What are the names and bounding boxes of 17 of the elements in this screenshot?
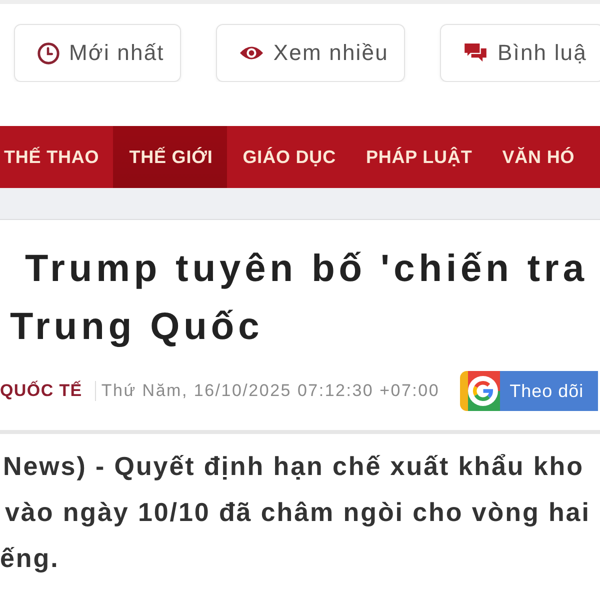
follow-button[interactable]: Theo dõi: [460, 371, 598, 411]
clock-icon: [37, 42, 60, 64]
shortcut-button[interactable]: Mới nhất: [14, 24, 182, 82]
lead-paragraph: News) - Quyết định hạn chế xuất khẩu kho vào ngày 10/10 đã châm ngòi cho vòng hai ếng.: [0, 450, 590, 575]
nav-tab[interactable]: THẾ GIỚI: [113, 126, 227, 188]
nav-tab[interactable]: THẾ THAO: [0, 126, 114, 188]
nav-tab[interactable]: VĂN HÓ: [486, 126, 589, 188]
category-link[interactable]: QUỐC TẾ: [0, 381, 82, 401]
eye-icon: [239, 44, 264, 62]
publish-date: Thứ Năm, 16/10/2025 07:12:30 +07:00: [101, 381, 440, 401]
shortcut-button[interactable]: Xem nhiều: [216, 24, 406, 82]
speech-bubbles-icon: [463, 42, 488, 64]
g-logo-icon: [468, 376, 498, 406]
nav-tab[interactable]: PHÁP LUẬT: [350, 126, 486, 188]
shortcut-button[interactable]: Bình luậ: [440, 24, 600, 82]
article-title: Trump tuyên bố 'chiến tra Trung Quốc: [9, 247, 588, 350]
nav-tab[interactable]: GIÁO DỤC: [226, 126, 350, 188]
